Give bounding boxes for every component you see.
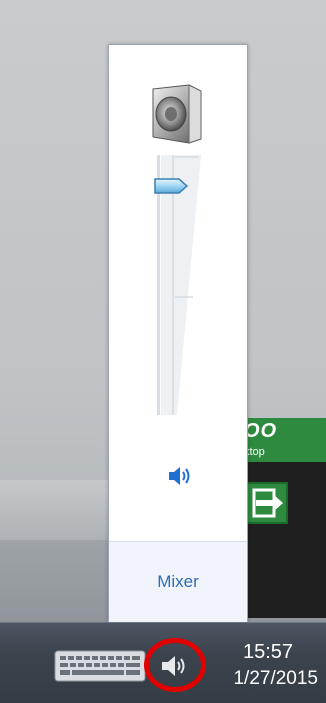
app-tile-header: OO ktop <box>238 418 326 462</box>
app-tile-title: OO <box>244 420 278 442</box>
mute-toggle-button[interactable] <box>167 465 193 487</box>
clock-time: 15:57 <box>242 641 294 663</box>
highlight-ring-annotation <box>144 638 206 692</box>
speaker-device-icon[interactable] <box>149 81 205 145</box>
volume-flyout: Mixer <box>108 44 248 622</box>
taskbar-clock[interactable]: 15:57 1/27/2015 <box>210 640 326 694</box>
keyboard-icon[interactable] <box>54 650 146 682</box>
background-app-tile[interactable]: OO ktop <box>238 418 326 618</box>
mixer-footer: Mixer <box>109 541 247 622</box>
speaker-volume-icon <box>169 467 190 485</box>
app-tile-body <box>238 462 326 618</box>
clock-date: 1/27/2015 <box>233 668 318 689</box>
volume-slider-thumb[interactable] <box>153 177 189 195</box>
mixer-link[interactable]: Mixer <box>109 572 247 592</box>
exit-arrow-icon[interactable] <box>246 482 288 524</box>
